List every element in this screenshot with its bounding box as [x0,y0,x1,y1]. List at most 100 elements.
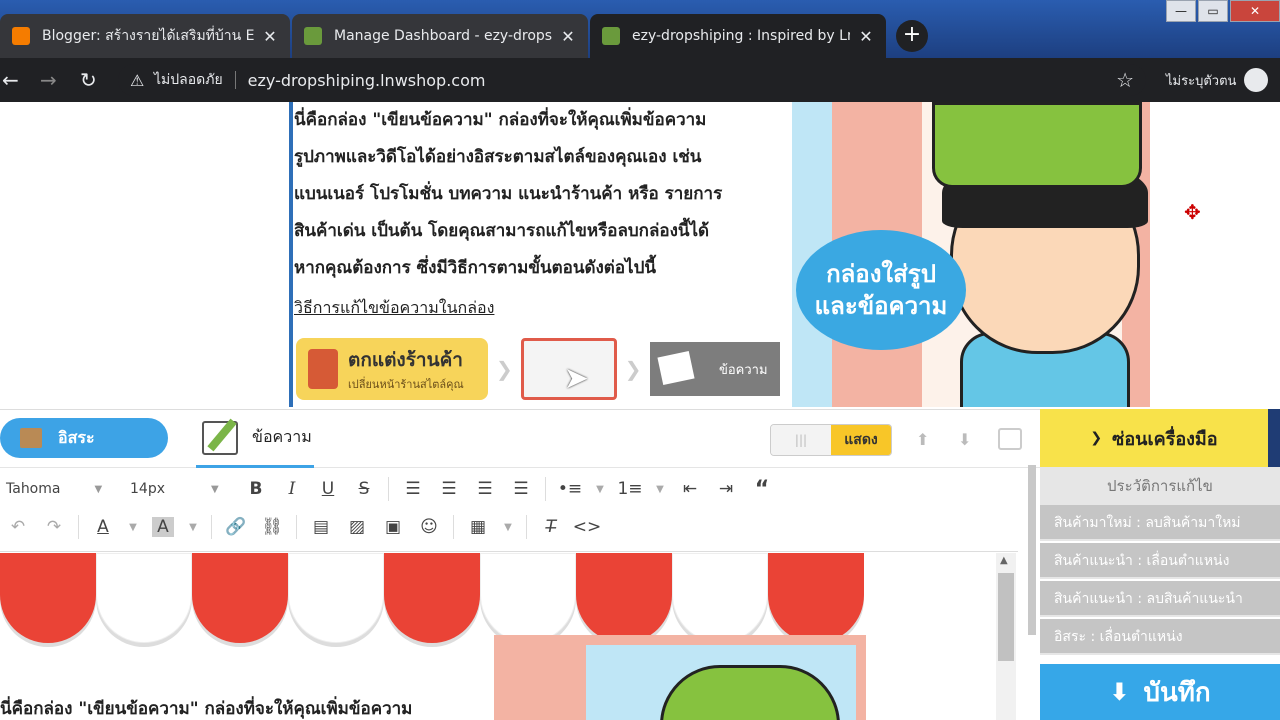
awning-scallop [0,553,96,643]
align-center-icon[interactable]: ☰ [431,479,467,499]
reload-icon[interactable]: ↻ [80,68,97,92]
window-close-icon[interactable]: ✕ [1230,0,1280,22]
step-select: ➤ [520,338,617,400]
tab-ezy-dropshiping[interactable]: ezy-dropshiping : Inspired by Lnw ✕ [590,14,886,58]
move-handle-icon[interactable]: ✥ [1184,200,1204,224]
history-item[interactable]: สินค้าแนะนำ : ลบสินค้าแนะนำ [1040,581,1280,617]
template-icon[interactable]: ▤ [303,517,339,537]
rich-text-toolbar: Tahoma ▼ 14px ▼ B I U S ☰ ☰ ☰ ☰ •≡ ▼ 1≡ … [0,468,1018,552]
align-right-icon[interactable]: ☰ [467,479,503,499]
history-item[interactable]: สินค้าแนะนำ : เลื่อนตำแหน่ง [1040,543,1280,579]
visibility-toggle[interactable]: ||| แสดง [770,424,892,456]
font-family-select[interactable]: Tahoma ▼ [0,481,118,497]
toggle-show[interactable]: แสดง [831,425,891,455]
address-bar[interactable]: ⚠ ไม่ปลอดภัย ezy-dropshiping.lnwshop.com… [118,64,1146,96]
bold-icon[interactable]: B [238,479,274,499]
blogger-icon [12,27,30,45]
step-decorate: ตกแต่งร้านค้า เปลี่ยนหน้าร้านสไตล์คุณ [296,338,488,400]
divider [296,515,297,539]
move-up-icon[interactable]: ⬆ [916,430,929,449]
tab-manage-dashboard[interactable]: Manage Dashboard - ezy-dropsh ✕ [292,14,588,58]
close-icon[interactable]: ✕ [858,27,874,46]
tab-title: Blogger: สร้างรายได้เสริมที่บ้าน EZY-I [42,28,254,44]
history-item[interactable]: สินค้ามาใหม่ : ลบสินค้ามาใหม่ [1040,505,1280,541]
bullet-list-icon[interactable]: •≡ [552,479,588,499]
step-text: ข้อความ [649,342,780,396]
new-tab-button[interactable]: + [896,20,928,52]
history-item[interactable]: อิสระ : เลื่อนตำแหน่ง [1040,619,1280,655]
tab-text[interactable]: ข้อความ [196,410,314,468]
chevron-down-icon[interactable]: ▼ [648,484,672,495]
unlink-icon[interactable]: ⛓ [254,517,290,537]
editor-content-text[interactable]: นี่คือกล่อง "เขียนข้อความ" กล่องที่จะให้… [0,695,412,720]
background-color-icon[interactable]: A [152,517,174,537]
chevron-down-icon[interactable]: ▼ [588,484,612,495]
hide-tools-label: ซ่อนเครื่องมือ [1112,428,1218,450]
page-scrollbar[interactable] [1028,465,1036,635]
editor-scrollbar[interactable]: ▲ [996,553,1016,720]
window-controls: — ▭ ✕ [1164,0,1280,22]
mascot-illustration: กล่องใส่รูป และข้อความ [792,102,1150,407]
minimize-icon[interactable]: — [1166,0,1196,22]
align-left-icon[interactable]: ☰ [395,479,431,499]
divider [545,477,546,501]
font-size-select[interactable]: 14px ▼ [118,481,238,497]
note-icon [656,350,695,386]
video-icon[interactable]: ▣ [375,517,411,537]
outdent-icon[interactable]: ⇤ [672,479,708,499]
edit-text-link[interactable]: วิธีการแก้ไขข้อความในกล่อง [294,296,494,321]
preview-line: รูปภาพและวิดีโอได้อย่างอิสระตามสไตล์ของค… [294,147,702,167]
chevron-down-icon: ▼ [211,483,219,495]
browser-toolbar: ← → ↻ ⚠ ไม่ปลอดภัย ezy-dropshiping.lnwsh… [0,58,1280,102]
url-text[interactable]: ezy-dropshiping.lnwshop.com [248,71,486,90]
speech-bubble: กล่องใส่รูป และข้อความ [796,230,966,350]
link-icon[interactable]: 🔗 [218,517,254,537]
italic-icon[interactable]: I [274,479,310,499]
scroll-up-icon[interactable]: ▲ [1000,555,1008,566]
tab-blogger[interactable]: Blogger: สร้างรายได้เสริมที่บ้าน EZY-I ✕ [0,14,290,58]
paint-can-icon [308,349,338,389]
download-icon: ⬇ [1109,678,1130,706]
bookmark-star-icon[interactable]: ☆ [1116,68,1134,92]
free-box-button[interactable]: อิสระ [0,418,168,458]
move-down-icon[interactable]: ⬇ [958,430,971,449]
incognito-icon[interactable] [1244,68,1268,92]
divider [211,515,212,539]
chevron-down-icon[interactable]: ▼ [181,522,205,533]
awning-scallop [384,553,480,643]
image-icon[interactable]: ▨ [339,517,375,537]
mascot-basket-hat [932,102,1142,188]
security-label[interactable]: ไม่ปลอดภัย [154,69,223,91]
chevron-down-icon[interactable]: ▼ [121,522,145,533]
blockquote-icon[interactable]: “ [744,477,780,502]
hide-tools-button[interactable]: ❯ ซ่อนเครื่องมือ [1040,409,1268,467]
undo-icon[interactable]: ↶ [0,517,36,537]
emoji-icon[interactable]: ☺ [411,517,447,537]
toggle-off[interactable]: ||| [771,425,831,455]
scroll-thumb[interactable] [998,573,1014,661]
trash-icon[interactable] [998,428,1022,450]
maximize-icon[interactable]: ▭ [1198,0,1228,22]
numbered-list-icon[interactable]: 1≡ [612,479,648,499]
close-icon[interactable]: ✕ [262,27,278,46]
forward-icon[interactable]: → [40,68,57,92]
preview-text: นี่คือกล่อง "เขียนข้อความ" กล่องที่จะให้… [294,102,780,287]
strikethrough-icon[interactable]: S [346,479,382,499]
source-code-icon[interactable]: <> [569,517,605,537]
close-icon[interactable]: ✕ [560,27,576,46]
table-icon[interactable]: ▦ [460,517,496,537]
save-button[interactable]: ⬇ บันทึก [1040,664,1280,720]
editor-canvas[interactable]: นี่คือกล่อง "เขียนข้อความ" กล่องที่จะให้… [0,553,1018,720]
warning-icon: ⚠ [130,70,145,90]
chevron-right-icon: ❯ [496,357,513,381]
clear-format-icon[interactable]: T̶ [533,517,569,537]
underline-icon[interactable]: U [310,479,346,499]
back-icon[interactable]: ← [2,68,19,92]
text-color-icon[interactable]: A [85,517,121,537]
divider [526,515,527,539]
align-justify-icon[interactable]: ☰ [503,479,539,499]
indent-icon[interactable]: ⇥ [708,479,744,499]
editor-mode-bar: อิสระ ข้อความ ||| แสดง ⬆ ⬇ [0,410,1040,468]
chevron-down-icon[interactable]: ▼ [496,522,520,533]
redo-icon[interactable]: ↷ [36,517,72,537]
